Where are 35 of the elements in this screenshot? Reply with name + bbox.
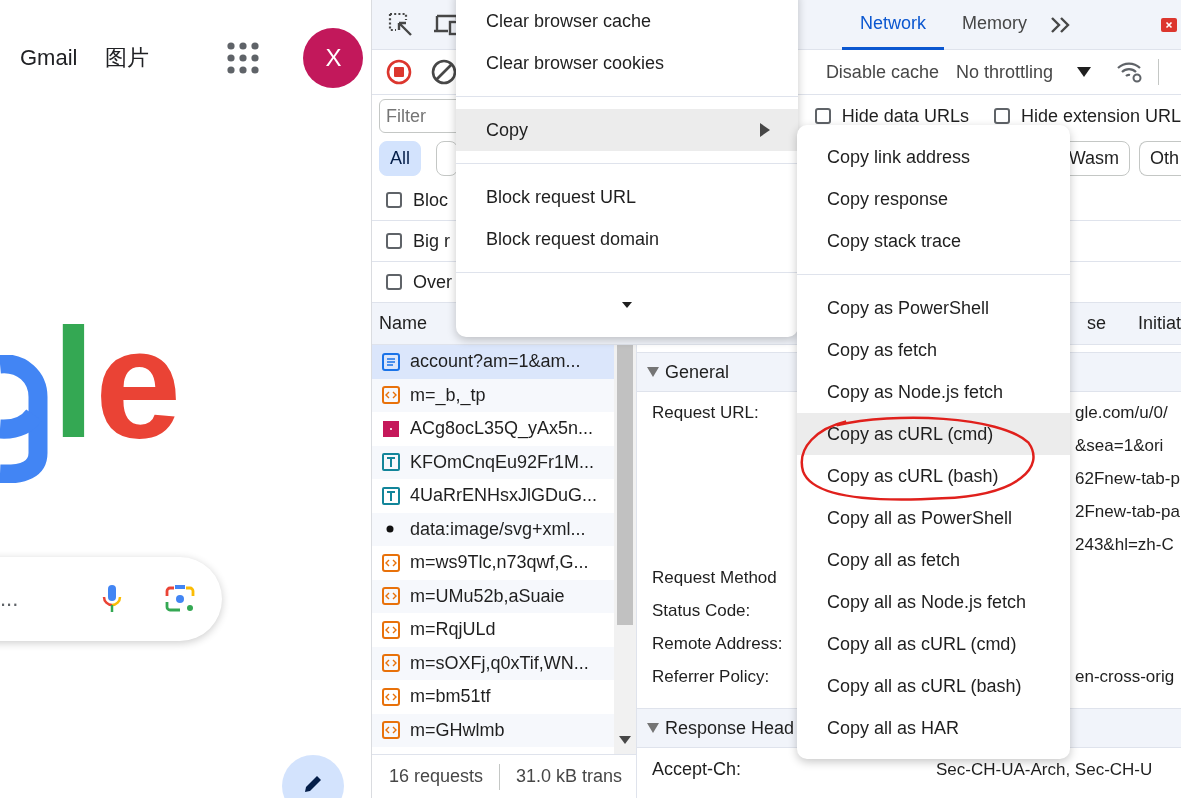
- logo-letter: e: [95, 296, 182, 472]
- request-name: ACg8ocL35Q_yAx5n...: [410, 418, 594, 440]
- field-label: Status Code:: [652, 600, 751, 622]
- field-value: Sec-CH-UA-Arch, Sec-CH-U: [936, 759, 1153, 780]
- request-name: m=bm51tf: [410, 686, 491, 708]
- field-value: gle.com/u/0/: [1075, 402, 1168, 424]
- request-name: m=_b,_tp: [410, 384, 486, 406]
- checkbox-label: Hide extension URL: [1020, 105, 1181, 127]
- request-count: 16 requests: [389, 766, 484, 787]
- field-value: &sea=1&ori: [1075, 435, 1164, 457]
- field-value: 2Fnew-tab-pa: [1075, 501, 1180, 523]
- field-label: Request Method: [652, 567, 777, 589]
- request-name: m=GHwlmb: [410, 719, 505, 741]
- checkbox-label: Over: [413, 271, 452, 293]
- logo-letter: l: [52, 296, 96, 472]
- request-name: m=RqjULd: [410, 619, 496, 641]
- field-value: 62Fnew-tab-p: [1075, 468, 1180, 490]
- field-value: en-cross-orig: [1075, 666, 1175, 688]
- request-name: m=ws9Tlc,n73qwf,G...: [410, 552, 589, 574]
- checkbox-label: Big r: [413, 230, 450, 252]
- transferred-size: 31.0 kB trans: [516, 766, 623, 787]
- checkbox-label: Hide data URLs: [841, 105, 969, 127]
- request-name: account?am=1&am...: [410, 351, 581, 373]
- request-name: 4UaRrENHsxJlGDuG...: [410, 485, 598, 507]
- request-name: data:image/svg+xml...: [410, 518, 586, 540]
- field-value: 243&hl=zh-C: [1075, 534, 1174, 556]
- request-name: m=sOXFj,q0xTif,WN...: [410, 652, 589, 674]
- request-name: m=UMu52b,aSuaie: [410, 585, 565, 607]
- field-label: Remote Address:: [652, 633, 783, 655]
- field-label: Request URL:: [652, 402, 759, 424]
- request-name: KFOmCnqEu92Fr1M...: [410, 451, 595, 473]
- checkbox-label: Bloc: [413, 189, 448, 211]
- field-label: Accept-Ch:: [652, 759, 743, 780]
- column-header: Name: [379, 313, 427, 334]
- field-label: Referrer Policy:: [652, 666, 770, 688]
